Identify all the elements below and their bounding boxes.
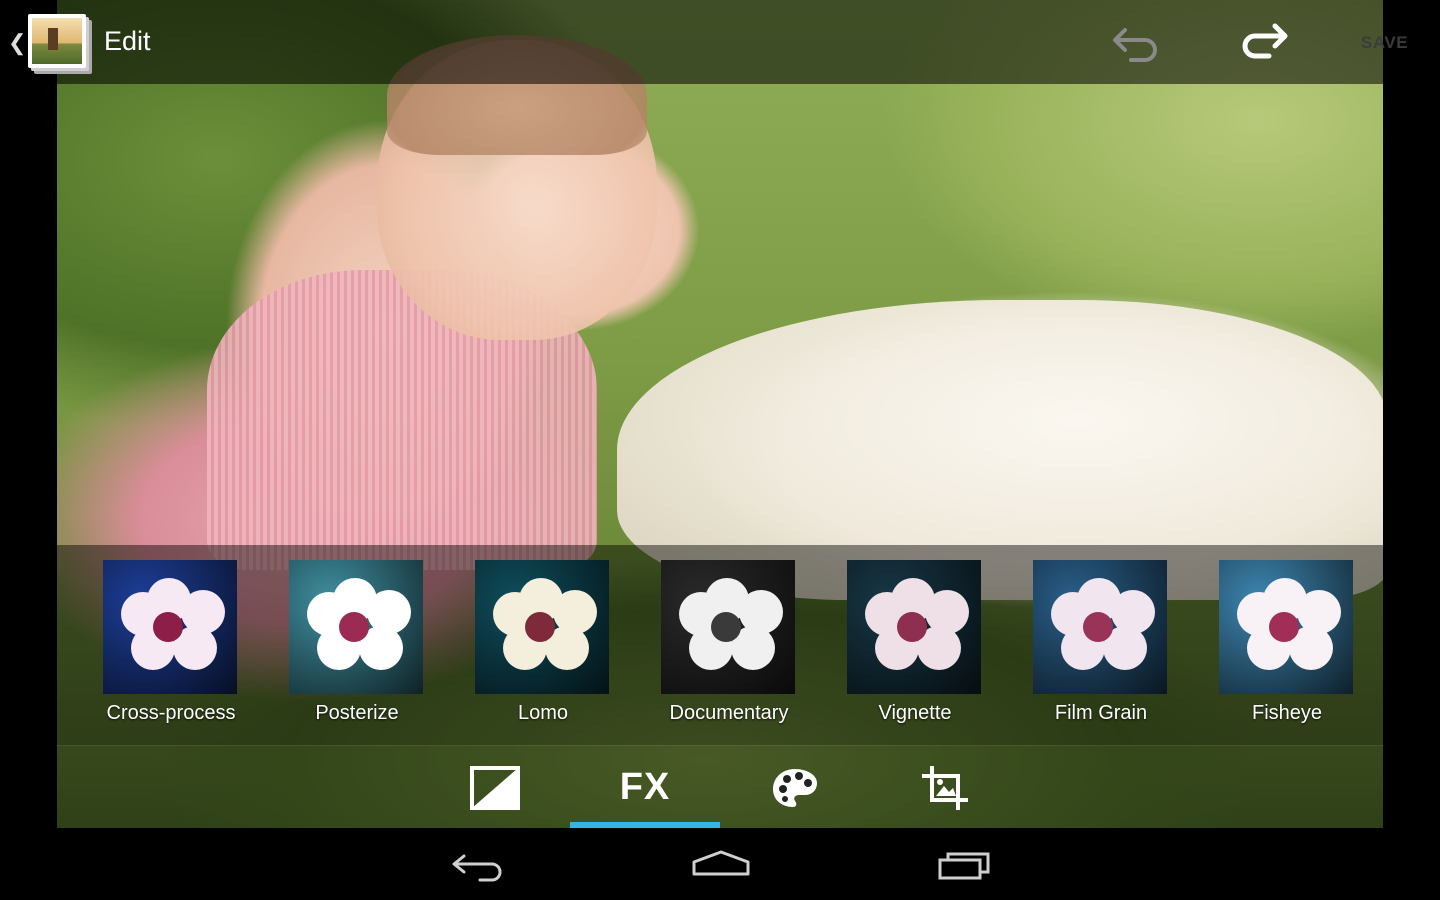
effect-thumbnail: [475, 560, 609, 694]
save-button[interactable]: SAVE: [1361, 33, 1408, 53]
home-icon: [692, 850, 750, 876]
effect-documentary[interactable]: Documentary: [649, 560, 809, 740]
effect-film-grain[interactable]: Film Grain: [1021, 560, 1181, 740]
home-button[interactable]: [686, 842, 756, 886]
system-nav-bar: [0, 828, 1440, 900]
tab-exposure[interactable]: [420, 746, 570, 829]
flower-center: [1083, 612, 1113, 642]
effect-cross-process[interactable]: Cross-process: [91, 560, 251, 740]
flower-center: [897, 612, 927, 642]
effect-fisheye[interactable]: Fisheye: [1207, 560, 1367, 740]
effect-thumbnail: [661, 560, 795, 694]
redo-icon: [1242, 23, 1288, 59]
tab-color[interactable]: [720, 746, 870, 829]
undo-button[interactable]: [1111, 20, 1163, 64]
tab-fx[interactable]: FX: [570, 746, 720, 829]
effect-thumbnail: [1033, 560, 1167, 694]
recent-apps-button[interactable]: [930, 842, 1000, 886]
back-icon: [452, 854, 502, 882]
flower-center: [339, 612, 369, 642]
tab-crop[interactable]: [870, 746, 1020, 829]
exposure-icon: [470, 765, 520, 810]
back-button[interactable]: [442, 842, 512, 886]
effect-posterize[interactable]: Posterize: [277, 560, 437, 740]
undo-icon: [1113, 28, 1157, 62]
editor-tab-bar: FX: [57, 745, 1383, 829]
effects-strip: Cross-process Posterize Lomo Documentary…: [57, 545, 1383, 745]
flower-center: [153, 612, 183, 642]
effect-label: Posterize: [315, 702, 399, 724]
gallery-app-icon[interactable]: [28, 14, 86, 68]
action-bar: ❮ Edit SAVE: [0, 0, 1440, 84]
page-title: Edit: [104, 26, 151, 56]
flower-center: [1269, 612, 1299, 642]
flower-center: [525, 612, 555, 642]
effect-label: Lomo: [517, 702, 569, 724]
effect-label: Documentary: [669, 702, 789, 724]
windmill-icon: [48, 28, 58, 50]
effect-thumbnail: [847, 560, 981, 694]
effect-label: Film Grain: [1054, 702, 1148, 724]
effect-vignette[interactable]: Vignette: [835, 560, 995, 740]
crop-icon: [922, 765, 968, 810]
app-icon-image: [32, 18, 82, 64]
tab-fx-label: FX: [619, 766, 671, 808]
palette-icon: [773, 768, 817, 807]
effect-label: Cross-process: [106, 702, 236, 724]
effect-thumbnail: [1219, 560, 1353, 694]
redo-button[interactable]: [1237, 20, 1289, 64]
effect-thumbnail: [103, 560, 237, 694]
effect-thumbnail: [289, 560, 423, 694]
effect-label: Fisheye: [1251, 702, 1323, 724]
chevron-left-icon[interactable]: ❮: [8, 30, 26, 56]
effect-lomo[interactable]: Lomo: [463, 560, 623, 740]
recent-apps-icon: [938, 852, 990, 880]
effect-label: Vignette: [878, 702, 952, 724]
flower-center: [711, 612, 741, 642]
